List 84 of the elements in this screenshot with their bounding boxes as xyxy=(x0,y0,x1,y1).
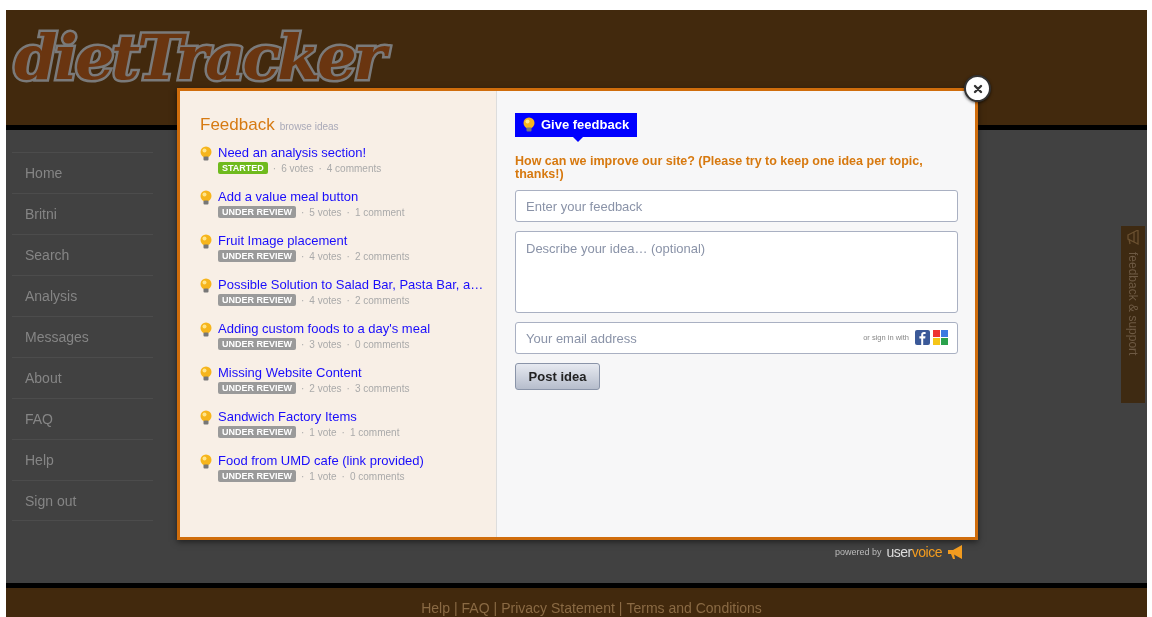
lightbulb-icon xyxy=(200,322,212,337)
separator: · xyxy=(346,294,350,306)
vote-count: 2 votes xyxy=(309,382,342,394)
separator: · xyxy=(301,382,305,394)
separator: · xyxy=(301,206,305,218)
comment-count: 2 comments xyxy=(354,250,410,262)
nav-item[interactable]: Search xyxy=(12,234,153,275)
separator: · xyxy=(272,162,277,174)
nav-item[interactable]: Help xyxy=(12,439,153,480)
status-label: UNDER REVIEW xyxy=(218,382,296,394)
nav-item[interactable]: Messages xyxy=(12,316,153,357)
megaphone-icon xyxy=(1126,230,1140,246)
description-field[interactable]: Describe your idea… (optional) xyxy=(515,231,958,313)
comment-count: 0 comments xyxy=(354,338,410,350)
lightbulb-icon xyxy=(200,278,212,293)
nav-item[interactable]: FAQ xyxy=(12,398,153,439)
facebook-icon[interactable] xyxy=(915,330,930,345)
lightbulb-icon xyxy=(200,234,212,249)
status-label: UNDER REVIEW xyxy=(218,294,296,306)
status-label: UNDER REVIEW xyxy=(218,426,296,438)
idea-link[interactable]: Adding custom foods to a day's meal xyxy=(218,321,431,337)
separator: · xyxy=(346,338,350,350)
separator: · xyxy=(301,426,305,438)
lightbulb-icon xyxy=(200,190,212,205)
status-label: UNDER REVIEW xyxy=(218,250,296,262)
footer-link[interactable]: Help xyxy=(421,600,450,617)
footer-link[interactable]: Privacy Statement xyxy=(501,600,615,617)
nav-item[interactable]: About xyxy=(12,357,153,398)
nav-item[interactable]: Sign out xyxy=(12,480,153,521)
comment-count: 0 comments xyxy=(349,470,405,482)
vote-count: 4 votes xyxy=(309,250,342,262)
vote-count: 4 votes xyxy=(309,294,342,306)
feedback-input-field[interactable]: Enter your feedback xyxy=(515,190,958,222)
status-label: STARTED xyxy=(218,162,268,174)
separator: · xyxy=(346,250,350,262)
comment-count: 1 comment xyxy=(354,206,405,218)
separator: | xyxy=(618,600,623,617)
status-label: UNDER REVIEW xyxy=(218,470,296,482)
separator: · xyxy=(346,206,350,218)
lightbulb-icon xyxy=(200,454,212,469)
vote-count: 6 votes xyxy=(281,162,314,174)
idea-link[interactable]: Sandwich Factory Items xyxy=(218,409,400,425)
vote-count: 1 vote xyxy=(309,470,337,482)
idea-link[interactable]: Add a value meal button xyxy=(218,189,405,205)
comment-count: 3 comments xyxy=(354,382,410,394)
comment-count: 4 comments xyxy=(326,162,382,174)
lightbulb-icon xyxy=(200,146,212,161)
separator: · xyxy=(341,470,345,482)
footer-link[interactable]: Terms and Conditions xyxy=(626,600,762,617)
separator: · xyxy=(301,294,305,306)
lightbulb-icon xyxy=(523,117,535,132)
post-idea-button[interactable]: Post idea xyxy=(515,363,600,390)
nav-item[interactable]: Analysis xyxy=(12,275,153,316)
panel-title: Feedback xyxy=(200,115,275,135)
form-prompt: How can we improve our site? (Please try to keep one idea per topic, thanks!) xyxy=(515,155,924,181)
idea-link[interactable]: Missing Website Content xyxy=(218,365,410,381)
vote-count: 3 votes xyxy=(309,338,342,350)
status-label: UNDER REVIEW xyxy=(218,206,296,218)
separator: · xyxy=(341,426,345,438)
lightbulb-icon xyxy=(200,366,212,381)
vote-count: 1 vote xyxy=(309,426,337,438)
nav-item[interactable]: Home xyxy=(12,152,153,193)
browse-ideas-link[interactable]: browse ideas xyxy=(279,121,339,132)
separator: | xyxy=(493,600,498,617)
status-label: UNDER REVIEW xyxy=(218,338,296,350)
separator: · xyxy=(301,250,305,262)
separator: | xyxy=(453,600,458,617)
megaphone-icon xyxy=(946,544,963,560)
idea-link[interactable]: Need an analysis section! xyxy=(218,145,382,161)
nav-item[interactable]: Britni xyxy=(12,193,153,234)
comment-count: 1 comment xyxy=(349,426,400,438)
comment-count: 2 comments xyxy=(354,294,410,306)
powered-by-label: powered by xyxy=(835,547,882,557)
idea-link[interactable]: Food from UMD cafe (link provided) xyxy=(218,453,424,469)
vote-count: 5 votes xyxy=(309,206,342,218)
separator: · xyxy=(318,162,322,174)
separator: · xyxy=(301,338,305,350)
uservoice-logo[interactable]: uservoice xyxy=(886,544,942,560)
separator: · xyxy=(346,382,350,394)
footer-link[interactable]: FAQ xyxy=(461,600,490,617)
separator: · xyxy=(301,470,305,482)
lightbulb-icon xyxy=(200,410,212,425)
idea-link[interactable]: Possible Solution to Salad Bar, Pasta Bar, a… xyxy=(218,277,484,293)
idea-link[interactable]: Fruit Image placement xyxy=(218,233,410,249)
